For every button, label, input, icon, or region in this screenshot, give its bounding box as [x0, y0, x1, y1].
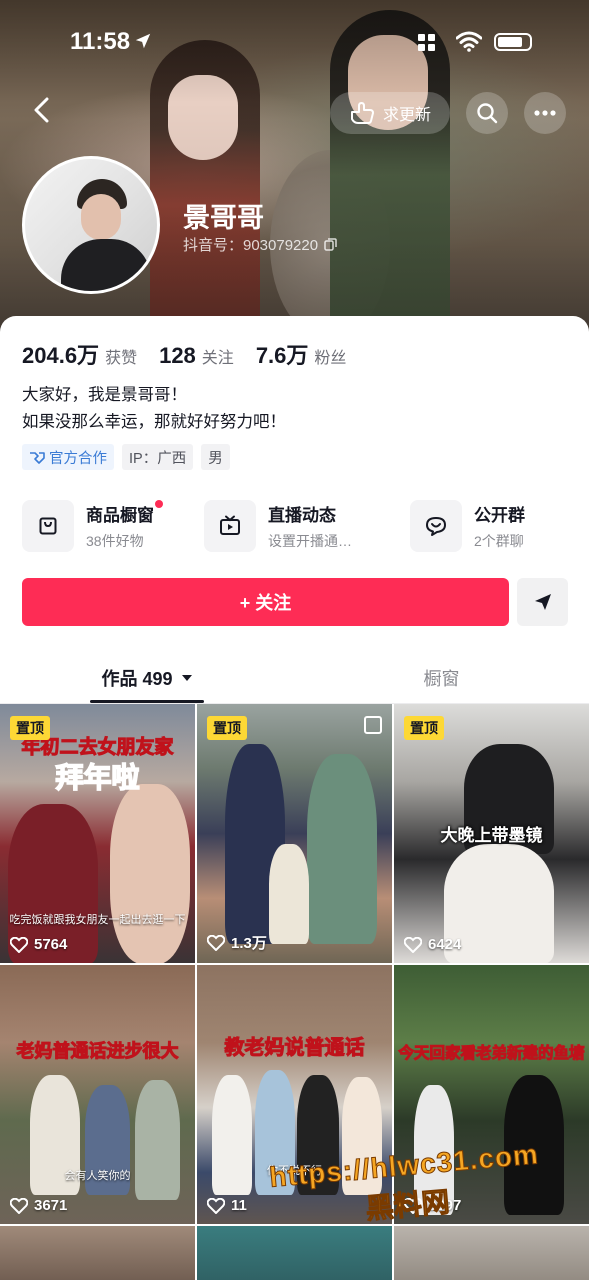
tab-showcase[interactable]: 橱窗: [294, 656, 589, 700]
video-thumbnail[interactable]: 老妈普通话进步很大 会有人笑你的 3671: [0, 965, 195, 1224]
video-thumbnail[interactable]: [394, 1226, 589, 1280]
location-arrow-icon: [135, 33, 151, 49]
red-dot-badge: [155, 500, 163, 508]
like-count: 5764: [10, 936, 67, 953]
heart-icon: [10, 1197, 28, 1214]
profile-bio: 大家好，我是景哥哥！ 如果没那么幸运，那就好好努力吧！: [22, 382, 286, 436]
avatar[interactable]: [22, 156, 160, 294]
share-button[interactable]: [517, 578, 568, 626]
tv-icon: [220, 515, 240, 535]
status-bar: 11:58: [0, 28, 589, 60]
profile-nickname: 景哥哥: [183, 203, 264, 233]
video-title-line2: 拜年啦: [55, 761, 141, 794]
video-title: 大晚上带墨镜: [440, 826, 543, 845]
multi-image-icon: [364, 716, 382, 734]
pinned-badge: 置顶: [404, 716, 444, 740]
video-caption: 会有人笑你的: [64, 1170, 131, 1182]
profile-tags: 官方合作 IP：广西 男: [22, 444, 230, 470]
request-update-button[interactable]: 求更新: [330, 92, 450, 134]
caret-down-icon: [181, 675, 192, 681]
tab-works[interactable]: 作品 499: [0, 656, 294, 700]
more-button[interactable]: [524, 92, 566, 134]
follow-button[interactable]: + 关注: [22, 578, 509, 626]
pointing-hand-icon: [350, 102, 374, 124]
tag-ip-location: IP：广西: [122, 444, 194, 470]
pinned-badge: 置顶: [207, 716, 247, 740]
video-thumbnail[interactable]: 置顶 1.3万: [197, 704, 392, 963]
video-title: 老妈普通话进步很大: [16, 1041, 179, 1062]
service-shop-window[interactable]: 商品橱窗 38件好物: [22, 498, 163, 554]
signal-icon: [418, 34, 435, 51]
stat-following[interactable]: 128 关注: [159, 343, 234, 369]
video-thumbnail[interactable]: [0, 1226, 195, 1280]
stats-row: 204.6万 获赞 128 关注 7.6万 粉丝: [22, 338, 368, 370]
handshake-icon: [30, 452, 45, 464]
service-live-updates[interactable]: 直播动态 设置开播通…: [204, 498, 352, 554]
request-update-label: 求更新: [382, 107, 431, 124]
tag-gender: 男: [201, 444, 230, 470]
video-caption: 吃完饭就跟我女朋友一起出去逛一下: [9, 914, 186, 926]
bio-line-1: 大家好，我是景哥哥！: [22, 386, 187, 404]
pinned-badge: 置顶: [10, 716, 50, 740]
heart-icon: [207, 934, 225, 951]
video-thumbnail[interactable]: [197, 1226, 392, 1280]
more-dots-icon: [534, 110, 556, 116]
profile-card: 204.6万 获赞 128 关注 7.6万 粉丝 大家好，我是景哥哥！ 如果没那…: [0, 316, 589, 1280]
copy-icon[interactable]: [324, 238, 337, 251]
video-thumbnail[interactable]: 大晚上带墨镜 置顶 6424: [394, 704, 589, 963]
service-public-group[interactable]: 公开群 2个群聊: [410, 498, 525, 554]
heart-icon: [207, 1197, 225, 1214]
wifi-icon: [456, 31, 482, 52]
status-time: 11:58: [70, 28, 131, 55]
video-title: 今天回家看老弟新建的鱼塘: [398, 1045, 585, 1063]
back-button[interactable]: [22, 90, 62, 130]
douyin-id-text: 抖音号：903079220: [183, 237, 319, 254]
bio-line-2: 如果没那么幸运，那就好好努力吧！: [22, 413, 286, 431]
search-button[interactable]: [466, 92, 508, 134]
search-icon: [477, 103, 498, 124]
video-thumbnail[interactable]: 年初二去女朋友家 拜年啦 吃完饭就跟我女朋友一起出去逛一下 置顶 5764: [0, 704, 195, 963]
content-tabs: 作品 499 橱窗: [0, 656, 589, 704]
like-count: 1.3万: [207, 932, 267, 953]
battery-icon: [494, 33, 532, 51]
douyin-id: 抖音号：903079220: [183, 234, 337, 255]
video-title: 教老妈说普通话: [224, 1037, 365, 1060]
services-row: 商品橱窗 38件好物 直播动态 设置开播通… 公开群 2个群聊: [22, 498, 568, 554]
bag-icon: [39, 517, 57, 535]
stat-likes[interactable]: 204.6万 获赞: [22, 338, 137, 370]
stat-followers[interactable]: 7.6万 粉丝: [256, 338, 347, 370]
tag-official-partner[interactable]: 官方合作: [22, 444, 114, 470]
heart-icon: [10, 936, 28, 953]
like-count: 3671: [10, 1197, 67, 1214]
send-arrow-icon: [534, 594, 551, 610]
heart-icon: [404, 936, 422, 953]
chevron-left-icon: [34, 97, 49, 123]
chat-icon: [426, 517, 446, 536]
like-count: 6424: [404, 936, 461, 953]
